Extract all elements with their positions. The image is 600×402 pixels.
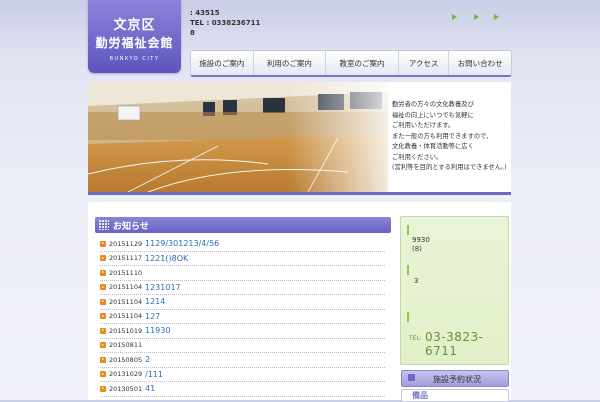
arrow-link-icon[interactable] [452,14,457,20]
info-box: 9930 (8) 3 TEL: 03-3823-6711 [400,216,509,365]
nav-item-contact[interactable]: お問い合わせ [449,51,511,75]
equipment-banner[interactable]: 備品 [401,389,509,402]
booking-label: 施設予約状況 [433,375,481,384]
hero-line: 勤労者の方々の文化教養及び [392,101,474,108]
arrow-bullet-icon [100,298,106,305]
news-link[interactable]: 1231017 [145,283,181,292]
nav-item-access[interactable]: アクセス [399,51,450,75]
hero-banner: 勤労者の方々の文化教養及び 福祉の向上にいつでも気軽に ご利用いただけます。 ま… [88,82,511,195]
divider [407,265,409,275]
booking-status-button[interactable]: 施設予約状況 [401,370,509,387]
grid-icon [99,220,109,230]
arrow-bullet-icon [100,313,106,320]
news-date: 20151104 [109,297,143,306]
news-link[interactable]: /111 [145,370,163,379]
arrow-bullet-icon [100,269,106,276]
news-link[interactable]: 1129/301213/4/56 [145,239,219,248]
news-item: 20151104 1214 [100,295,385,310]
nav-item-facilities[interactable]: 施設のご案内 [191,51,254,75]
news-item: 20151019 11930 [100,324,385,339]
hero-line: また一般の方も利用できますので、 [392,132,493,140]
nav-item-classes[interactable]: 教室のご案内 [326,51,399,75]
news-date: 20151104 [109,312,143,321]
arrow-bullet-icon [100,356,106,363]
divider [407,312,409,322]
address-block: : 43515 TEL : 0338236711 8 [190,8,260,38]
address-line: : 43515 [190,9,220,17]
news-link[interactable]: 2 [145,355,150,364]
equipment-label: 備品 [412,391,428,400]
hero-line: 文化教養・体育活動等に広く [392,143,474,150]
news-list: 20151129 1129/301213/4/56 20151117 1221(… [100,237,385,397]
news-date: 20151117 [109,254,143,263]
arrow-bullet-icon [100,371,106,378]
hero-fade [288,82,408,192]
arrow-bullet-icon [100,240,106,247]
tel-label: TEL: [409,335,422,342]
opening-hours: 9930 (8) [412,236,430,254]
address-extra: 8 [190,29,195,37]
news-date: 20151110 [109,268,143,277]
hours-line: (8) [412,245,422,253]
news-item: 20131029 /111 [100,368,385,382]
hero-line: ご利用ください。 [392,153,443,161]
news-item: 20130501 41 [100,382,385,397]
news-item: 20151117 1221()8OK [100,252,385,266]
site-logo[interactable]: 文京区 勤労福祉会館 BUNKYO CITY [88,0,181,73]
news-item: 20151129 1129/301213/4/56 [100,237,385,252]
logo-line-1: 文京区 [113,18,156,33]
global-nav: 施設のご案内 利用のご案内 教室のご案内 アクセス お問い合わせ [190,50,512,77]
hero-line: 福祉の向上にいつでも気軽に [392,111,474,119]
hero-line: ご利用いただけます。 [392,122,455,129]
news-date: 20151104 [109,283,143,292]
news-item: 20150805 2 [100,353,385,368]
news-date: 20131029 [109,370,143,379]
arrow-bullet-icon [100,255,106,262]
news-link[interactable]: 11930 [145,326,170,335]
news-item: 20151110 [100,266,385,281]
nav-item-usage[interactable]: 利用のご案内 [254,51,327,75]
divider [407,225,409,235]
news-date: 20151129 [109,239,143,248]
logo-line-3: BUNKYO CITY [109,56,160,62]
arrow-bullet-icon [100,385,106,392]
logo-line-2: 勤労福祉会館 [95,36,174,50]
hours-line: 9930 [412,236,430,244]
news-item: 20150811 [100,339,385,353]
news-date: 20150805 [109,355,143,364]
news-link[interactable]: 1221()8OK [145,254,188,263]
news-item: 20151104 1231017 [100,281,385,295]
arrow-link-icon[interactable] [474,14,479,20]
news-date: 20150811 [109,341,143,350]
arrow-bullet-icon [100,327,106,334]
arrow-bullet-icon [100,284,106,291]
phone-number[interactable]: 03-3823-6711 [425,330,508,358]
news-title: お知らせ [113,222,149,232]
news-link[interactable]: 41 [145,384,155,393]
news-date: 20130501 [109,384,143,393]
news-header: お知らせ [95,217,391,233]
arrow-link-icon[interactable] [494,14,499,20]
arrow-bullet-icon [100,342,106,349]
news-link[interactable]: 127 [145,312,160,321]
closed-days: 3 [414,277,419,285]
calendar-icon [408,374,415,381]
hero-description: 勤労者の方々の文化教養及び 福祉の向上にいつでも気軽に ご利用いただけます。 ま… [392,100,510,174]
news-item: 20151104 127 [100,310,385,324]
news-link[interactable]: 1214 [145,297,165,306]
hero-line: (営利等を目的とする利用はできません。) [392,164,507,171]
news-date: 20151019 [109,326,143,335]
tel-line: TEL : 0338236711 [190,19,261,27]
